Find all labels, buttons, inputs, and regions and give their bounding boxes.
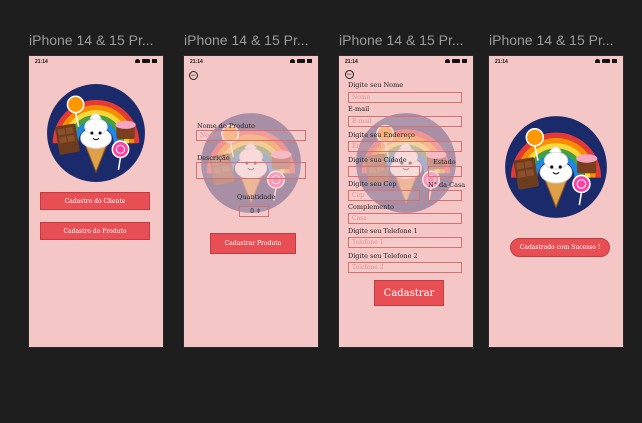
cidade-input[interactable] bbox=[348, 166, 420, 177]
success-message: Cadastrado com Sucesso ! bbox=[510, 238, 610, 257]
logo-image bbox=[503, 114, 609, 220]
endereco-input[interactable]: Endereço bbox=[348, 141, 462, 152]
numero-casa-input[interactable] bbox=[428, 190, 462, 201]
logo-image bbox=[45, 82, 147, 184]
complemento-input[interactable]: Casa bbox=[348, 213, 462, 224]
phone-frame-success: 21:14 Cadastrado com Sucesso ! bbox=[489, 56, 623, 347]
cadastro-produto-button[interactable]: Cadastro do Produto bbox=[40, 222, 150, 240]
quantidade-value: 0 bbox=[250, 208, 254, 215]
quantidade-label: Quantidade bbox=[237, 193, 276, 201]
frame-title-4: iPhone 14 & 15 Pr... bbox=[489, 32, 614, 48]
telefone2-input[interactable]: Telefone 2 bbox=[348, 262, 462, 273]
estado-label: Estado bbox=[433, 158, 456, 166]
status-time: 21:14 bbox=[345, 59, 358, 65]
cidade-label: Digite sua Cidade bbox=[348, 156, 407, 164]
telefone1-input[interactable]: Telefone 1 bbox=[348, 237, 462, 248]
nome-label: Digite seu Nome bbox=[348, 81, 404, 89]
frame-title-2: iPhone 14 & 15 Pr... bbox=[184, 32, 309, 48]
complemento-label: Complemento bbox=[348, 203, 394, 211]
phone-frame-home: 21:14 Cadastro do Cliente Cadastro do Pr… bbox=[29, 56, 163, 347]
status-time: 21:14 bbox=[495, 59, 508, 65]
status-bar: 21:14 bbox=[35, 59, 157, 67]
status-bar: 21:14 bbox=[345, 59, 467, 67]
cep-input[interactable]: Cep bbox=[348, 190, 420, 201]
wifi-icon bbox=[595, 59, 600, 63]
endereco-label: Digite seu Endereço bbox=[348, 131, 415, 139]
status-icons bbox=[135, 59, 157, 63]
descricao-input[interactable] bbox=[196, 162, 306, 179]
phone-frame-product: 21:14 ← Nome do Produto Nome Descrição Q… bbox=[184, 56, 318, 347]
descricao-label: Descrição bbox=[197, 154, 230, 162]
signal-icon bbox=[152, 59, 157, 63]
email-input[interactable]: E-mail bbox=[348, 116, 462, 127]
battery-icon bbox=[452, 59, 460, 63]
email-label: E-mail bbox=[348, 105, 370, 113]
status-bar: 21:14 bbox=[190, 59, 312, 67]
battery-icon bbox=[297, 59, 305, 63]
frame-title-3: iPhone 14 & 15 Pr... bbox=[339, 32, 464, 48]
status-icons bbox=[445, 59, 467, 63]
cadastrar-cliente-button[interactable]: Cadastrar bbox=[374, 280, 444, 306]
status-time: 21:14 bbox=[190, 59, 203, 65]
signal-icon bbox=[612, 59, 617, 63]
nome-produto-label: Nome do Produto bbox=[197, 122, 256, 130]
frame-title-1: iPhone 14 & 15 Pr... bbox=[29, 32, 154, 48]
status-icons bbox=[595, 59, 617, 63]
status-bar: 21:14 bbox=[495, 59, 617, 67]
signal-icon bbox=[307, 59, 312, 63]
wifi-icon bbox=[290, 59, 295, 63]
signal-icon bbox=[462, 59, 467, 63]
wifi-icon bbox=[445, 59, 450, 63]
stepper-arrows-icon[interactable]: ⇕ bbox=[256, 208, 261, 215]
estado-input[interactable] bbox=[428, 166, 462, 177]
nome-produto-input[interactable]: Nome bbox=[196, 130, 306, 141]
quantidade-stepper[interactable]: 0 ⇕ bbox=[239, 206, 269, 217]
status-icons bbox=[290, 59, 312, 63]
back-arrow-icon[interactable]: ← bbox=[189, 71, 198, 80]
wifi-icon bbox=[135, 59, 140, 63]
cep-label: Digite seu Cep bbox=[348, 180, 397, 188]
phone-frame-client: 21:14 ← Digite seu Nome Nome E-mail E-ma… bbox=[339, 56, 473, 347]
battery-icon bbox=[602, 59, 610, 63]
cadastro-cliente-button[interactable]: Cadastro do Cliente bbox=[40, 192, 150, 210]
back-arrow-icon[interactable]: ← bbox=[345, 70, 354, 79]
telefone2-label: Digite seu Telefone 2 bbox=[348, 252, 418, 260]
status-time: 21:14 bbox=[35, 59, 48, 65]
battery-icon bbox=[142, 59, 150, 63]
numero-casa-label: N° da Casa bbox=[428, 181, 466, 189]
nome-input[interactable]: Nome bbox=[348, 92, 462, 103]
telefone1-label: Digite seu Telefone 1 bbox=[348, 227, 418, 235]
cadastrar-produto-button[interactable]: Cadastrar Produto bbox=[210, 233, 296, 254]
